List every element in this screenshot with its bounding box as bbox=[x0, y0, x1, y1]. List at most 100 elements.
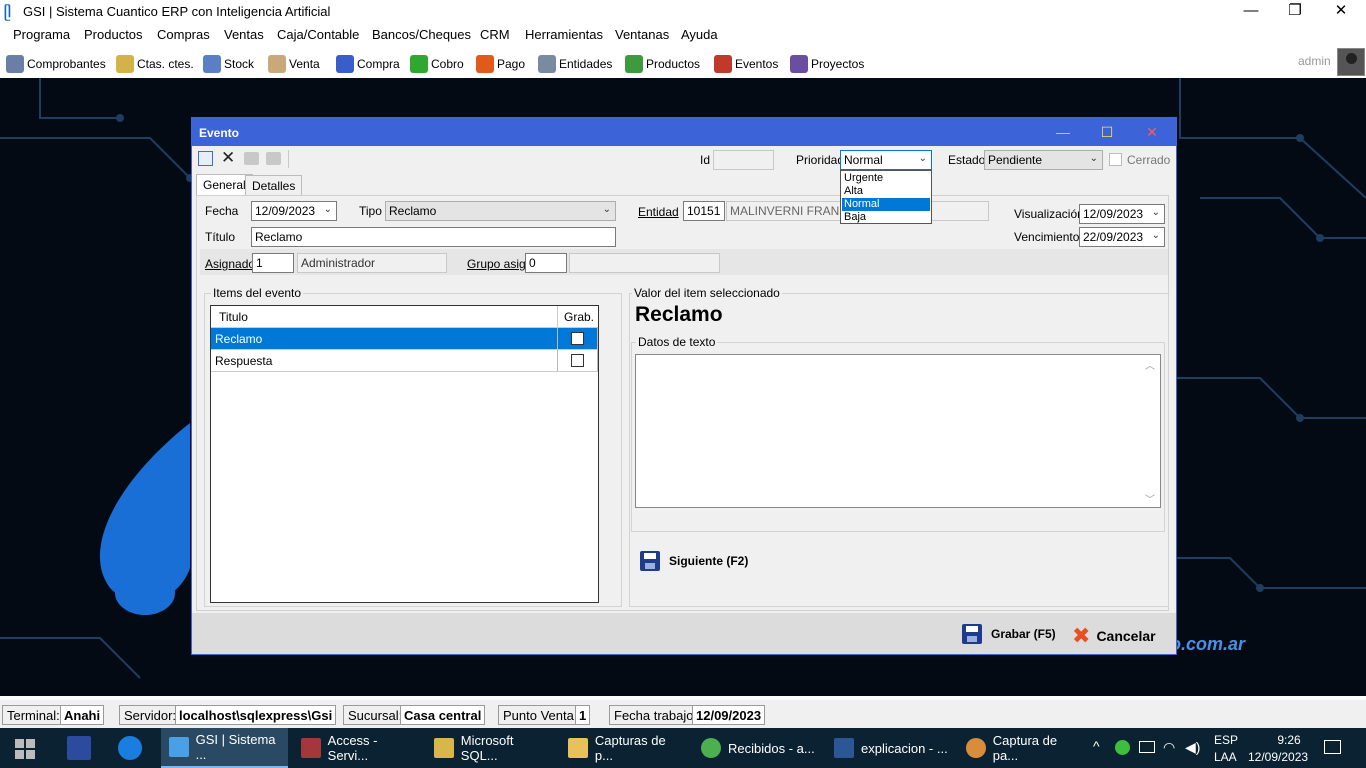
menu-ventas[interactable]: Ventas bbox=[224, 27, 264, 42]
dialog-close-button[interactable]: ✕ bbox=[1137, 122, 1167, 142]
tipo-value: Reclamo bbox=[389, 204, 437, 218]
asignado-code-field[interactable] bbox=[252, 253, 294, 273]
scroll-down-icon[interactable]: ﹀ bbox=[1145, 491, 1155, 506]
maximize-button[interactable]: ❐ bbox=[1272, 0, 1318, 24]
id-field[interactable] bbox=[713, 150, 774, 170]
table-row[interactable]: Respuesta bbox=[211, 350, 598, 372]
taskbar-app-label: explicacion - ... bbox=[861, 740, 948, 756]
menu-bancos-cheques[interactable]: Bancos/Cheques bbox=[372, 27, 471, 42]
prioridad-option-baja[interactable]: Baja bbox=[842, 211, 930, 224]
language-bottom[interactable]: LAA bbox=[1214, 750, 1237, 764]
toolbar-label: Comprobantes bbox=[27, 57, 106, 71]
table-row[interactable]: Reclamo bbox=[211, 328, 598, 350]
entidad-link[interactable]: Entidad bbox=[638, 205, 679, 219]
toolbar-ctas-ctes-button[interactable]: Ctas. ctes. bbox=[116, 54, 194, 74]
volume-icon[interactable]: ◀) bbox=[1185, 739, 1200, 756]
avatar[interactable] bbox=[1337, 48, 1365, 76]
taskbar-app-word[interactable]: explicacion - ... bbox=[826, 728, 953, 768]
save-pinned-icon[interactable] bbox=[67, 736, 91, 760]
battery-icon[interactable] bbox=[1139, 741, 1155, 753]
grab-checkbox[interactable] bbox=[571, 354, 584, 367]
titulo-field[interactable] bbox=[251, 227, 616, 247]
preview-icon[interactable] bbox=[266, 152, 281, 165]
cancelar-button[interactable]: ✖ Cancelar bbox=[1072, 623, 1156, 649]
clock-date[interactable]: 12/09/2023 bbox=[1248, 750, 1308, 764]
entidad-code-field[interactable] bbox=[683, 201, 725, 221]
menu-ayuda[interactable]: Ayuda bbox=[681, 27, 718, 42]
app-titlebar: ᥫ GSI | Sistema Cuantico ERP con Intelig… bbox=[0, 0, 1366, 24]
menu-crm[interactable]: CRM bbox=[480, 27, 510, 42]
grab-checkbox[interactable] bbox=[571, 332, 584, 345]
prioridad-option-urgente[interactable]: Urgente bbox=[842, 172, 930, 185]
toolbar-proyectos-button[interactable]: Proyectos bbox=[790, 54, 864, 74]
taskbar-app-label: Capturas de p... bbox=[594, 733, 666, 763]
visualizacion-picker[interactable]: 12/09/2023 ⌄ bbox=[1079, 204, 1165, 224]
tipo-select[interactable]: Reclamo ⌄ bbox=[385, 201, 616, 221]
grid-header-titulo[interactable]: Titulo bbox=[211, 306, 558, 328]
taskbar-app-label: GSI | Sistema ... bbox=[195, 732, 276, 762]
toolbar-label: Eventos bbox=[735, 57, 779, 71]
eventos-icon bbox=[714, 55, 732, 73]
taskbar-app-paint[interactable]: Captura de pa... bbox=[958, 728, 1085, 768]
start-grid-icon[interactable] bbox=[15, 739, 35, 759]
grabar-button[interactable]: Grabar (F5) bbox=[962, 624, 1056, 644]
toolbar-comprobantes-button[interactable]: Comprobantes bbox=[6, 54, 106, 74]
vencimiento-picker[interactable]: 22/09/2023 ⌄ bbox=[1079, 227, 1165, 247]
fecha-picker[interactable]: 12/09/2023 ⌄ bbox=[251, 201, 337, 221]
taskbar-app-chrome[interactable]: Recibidos - a... bbox=[693, 728, 820, 768]
fecha-value: 12/09/2023 bbox=[255, 204, 316, 218]
toolbar: Comprobantes Ctas. ctes. Stock Venta Com… bbox=[0, 50, 1366, 78]
taskbar-app-gsi[interactable]: GSI | Sistema ... bbox=[161, 728, 288, 768]
clock-time[interactable]: 9:26 bbox=[1266, 733, 1312, 747]
edit-icon[interactable] bbox=[198, 151, 213, 166]
dialog-maximize-button[interactable]: ☐ bbox=[1092, 122, 1122, 142]
prioridad-option-alta[interactable]: Alta bbox=[842, 185, 930, 198]
datos-texto-area[interactable] bbox=[635, 354, 1161, 508]
toolbar-cobro-button[interactable]: Cobro bbox=[410, 54, 464, 74]
grid-header-grab[interactable]: Grab. bbox=[558, 306, 598, 328]
menu-ventanas[interactable]: Ventanas bbox=[615, 27, 669, 42]
minimize-button[interactable]: — bbox=[1228, 0, 1274, 24]
toolbar-venta-button[interactable]: Venta bbox=[268, 54, 320, 74]
toolbar-pago-button[interactable]: Pago bbox=[476, 54, 525, 74]
estado-label: Estado bbox=[948, 153, 986, 167]
grupo-asig-link[interactable]: Grupo asig. bbox=[467, 257, 529, 271]
taskbar-app-sql[interactable]: Microsoft SQL... bbox=[426, 728, 553, 768]
delete-icon[interactable]: ✕ bbox=[221, 148, 235, 168]
print-icon[interactable] bbox=[244, 152, 259, 165]
prioridad-select[interactable]: Normal ⌄ bbox=[840, 150, 932, 170]
tray-app-icon[interactable] bbox=[1115, 740, 1130, 755]
network-icon[interactable]: ◠ bbox=[1163, 739, 1175, 756]
teamviewer-icon[interactable] bbox=[118, 736, 142, 760]
asignado-link[interactable]: Asignado bbox=[205, 257, 255, 271]
notification-icon[interactable] bbox=[1324, 740, 1341, 754]
toolbar-entidades-button[interactable]: Entidades bbox=[538, 54, 612, 74]
language-top[interactable]: ESP bbox=[1214, 733, 1238, 747]
menu-compras[interactable]: Compras bbox=[157, 27, 210, 42]
estado-select[interactable]: Pendiente ⌄ bbox=[984, 150, 1103, 170]
prioridad-label: Prioridad bbox=[796, 153, 845, 167]
chevron-up-icon[interactable]: ^ bbox=[1093, 738, 1100, 754]
siguiente-button[interactable]: Siguiente (F2) bbox=[640, 551, 748, 571]
access-icon bbox=[301, 738, 321, 758]
taskbar-app-folder[interactable]: Capturas de p... bbox=[560, 728, 687, 768]
toolbar-productos-button[interactable]: Productos bbox=[625, 54, 700, 74]
menu-herramientas[interactable]: Herramientas bbox=[525, 27, 603, 42]
menu-caja-contable[interactable]: Caja/Contable bbox=[277, 27, 359, 42]
prioridad-option-normal[interactable]: Normal bbox=[842, 198, 930, 211]
toolbar-stock-button[interactable]: Stock bbox=[203, 54, 254, 74]
close-button[interactable]: ✕ bbox=[1318, 0, 1364, 24]
taskbar-app-access[interactable]: Access - Servi... bbox=[293, 728, 420, 768]
fecha-trabajo-value: 12/09/2023 bbox=[692, 705, 766, 725]
grupo-code-field[interactable] bbox=[525, 253, 567, 273]
toolbar-compra-button[interactable]: Compra bbox=[336, 54, 400, 74]
tab-detalles[interactable]: Detalles bbox=[245, 175, 303, 195]
dialog-minimize-button[interactable]: — bbox=[1048, 122, 1078, 142]
toolbar-label: Venta bbox=[289, 57, 320, 71]
cerrado-checkbox[interactable] bbox=[1109, 153, 1122, 166]
asignado-name-field bbox=[297, 253, 447, 273]
menu-productos[interactable]: Productos bbox=[84, 27, 143, 42]
menu-programa[interactable]: Programa bbox=[13, 27, 70, 42]
scroll-up-icon[interactable]: ︿ bbox=[1145, 357, 1155, 372]
toolbar-eventos-button[interactable]: Eventos bbox=[714, 54, 778, 74]
